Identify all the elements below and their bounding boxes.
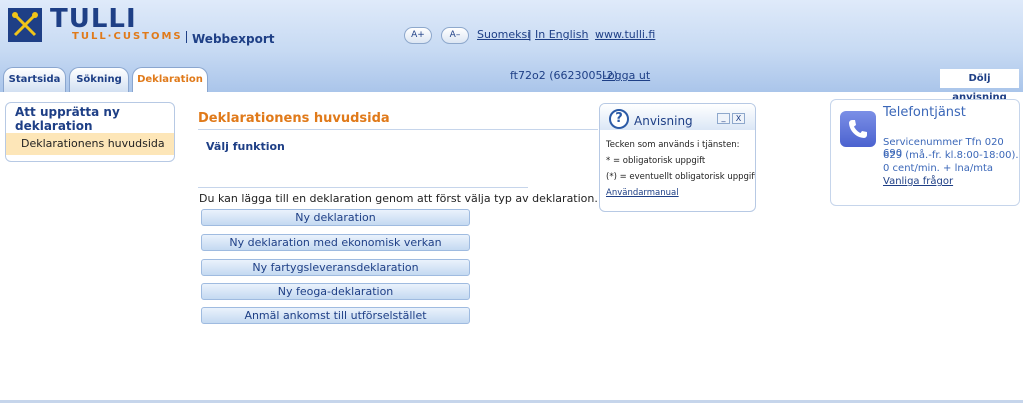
page-title: Deklarationens huvudsida xyxy=(198,111,390,126)
lang-separator: | xyxy=(528,28,532,41)
tulli-logo xyxy=(8,8,42,42)
phone-text: 629 (må.-fr. kl.8:00-18:00). xyxy=(883,150,1019,161)
phone-text: 0 cent/min. + lna/mta xyxy=(883,163,993,174)
page: TULLI TULL·CUSTOMS Webbexport A+ A– Suom… xyxy=(0,0,1023,405)
minimize-icon[interactable]: _ xyxy=(717,113,730,124)
new-economic-declaration-button[interactable]: Ny deklaration med ekonomisk verkan xyxy=(201,234,470,251)
guide-header: ? Anvisning _ X xyxy=(600,104,755,130)
font-decrease-button[interactable]: A– xyxy=(441,27,469,44)
brand-separator xyxy=(186,31,187,43)
title-divider xyxy=(198,129,598,130)
logout-link[interactable]: Logga ut xyxy=(602,69,650,82)
left-nav: Att upprätta ny deklaration Deklaratione… xyxy=(5,102,175,162)
faq-link[interactable]: Vanliga frågor xyxy=(883,176,953,187)
header: TULLI TULL·CUSTOMS Webbexport A+ A– Suom… xyxy=(0,0,1023,103)
lang-english-link[interactable]: In English xyxy=(535,28,588,41)
lang-finnish-link[interactable]: Suomeksi xyxy=(477,28,530,41)
guide-title: Anvisning xyxy=(634,114,693,128)
handset-icon xyxy=(849,120,867,138)
brand-subtitle: TULL·CUSTOMS xyxy=(72,31,183,42)
instruction-divider xyxy=(198,187,528,188)
tab-sokning[interactable]: Sökning xyxy=(69,67,129,92)
user-manual-link[interactable]: Användarmanual xyxy=(606,188,679,198)
guide-panel: ? Anvisning _ X Tecken som används i tjä… xyxy=(599,103,756,212)
font-increase-button[interactable]: A+ xyxy=(404,27,432,44)
guide-text: Tecken som används i tjänsten: xyxy=(606,140,740,150)
instruction-text: Du kan lägga till en deklaration genom a… xyxy=(199,192,598,205)
tab-deklaration[interactable]: Deklaration xyxy=(132,67,208,92)
report-arrival-button[interactable]: Anmäl ankomst till utförselstället xyxy=(201,307,470,324)
new-ship-delivery-declaration-button[interactable]: Ny fartygsleveransdeklaration xyxy=(201,259,470,276)
guide-text: * = obligatorisk uppgift xyxy=(606,156,706,166)
phone-service-panel: Telefontjänst Servicenummer Tfn 020 690 … xyxy=(830,99,1020,206)
footer-divider xyxy=(0,400,1023,403)
brand-title: TULLI xyxy=(50,4,137,34)
phone-icon xyxy=(840,111,876,147)
crossed-keys-icon xyxy=(12,12,38,37)
close-icon[interactable]: X xyxy=(732,113,745,124)
new-feoga-declaration-button[interactable]: Ny feoga-deklaration xyxy=(201,283,470,300)
tab-startsida[interactable]: Startsida xyxy=(3,67,66,92)
left-nav-item-main-page[interactable]: Deklarationens huvudsida xyxy=(6,133,174,155)
guide-text: (*) = eventuellt obligatorisk uppgift xyxy=(606,172,756,182)
app-name: Webbexport xyxy=(192,32,275,46)
new-declaration-button[interactable]: Ny deklaration xyxy=(201,209,470,226)
site-link[interactable]: www.tulli.fi xyxy=(595,28,655,41)
left-nav-title: Att upprätta ny deklaration xyxy=(15,105,120,133)
function-label: Välj funktion xyxy=(206,140,285,153)
hide-guide-button[interactable]: Dölj anvisning xyxy=(940,69,1019,103)
question-icon: ? xyxy=(609,109,629,129)
phone-title: Telefontjänst xyxy=(883,105,966,120)
